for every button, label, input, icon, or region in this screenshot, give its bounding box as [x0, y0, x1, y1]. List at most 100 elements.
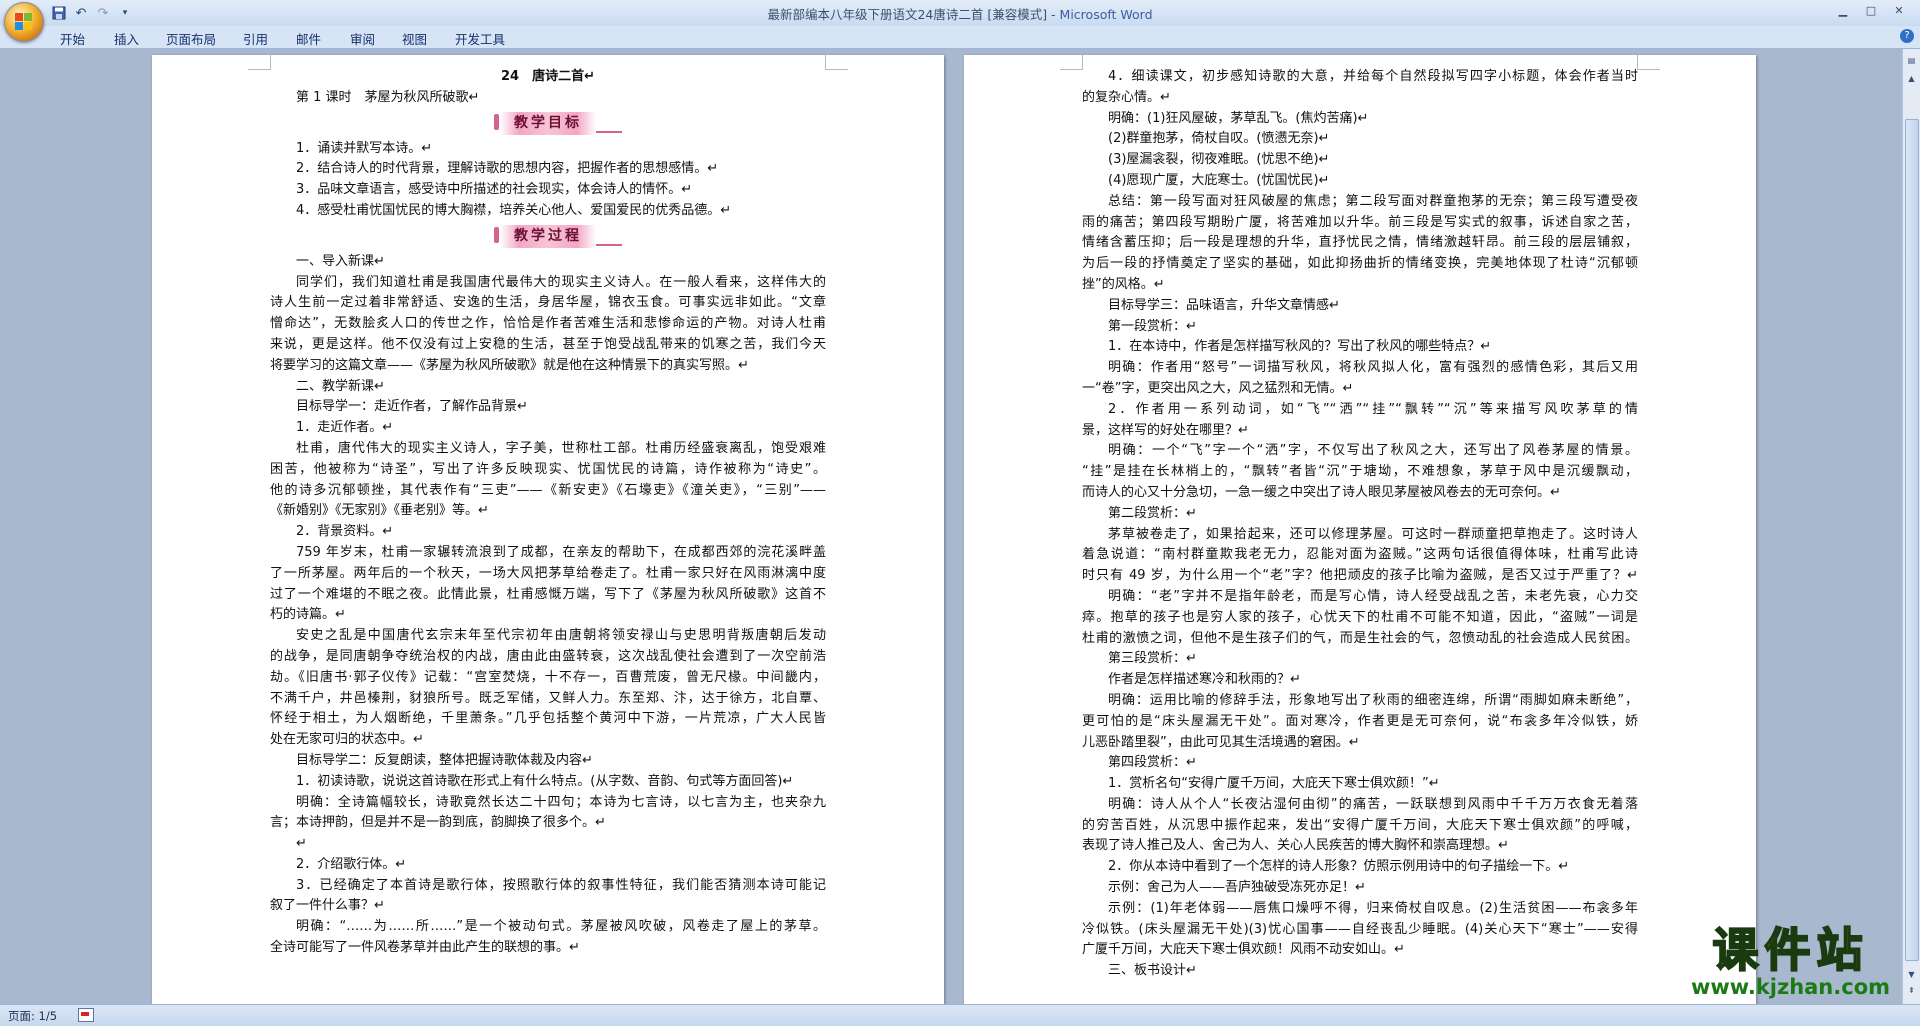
text-line: 的穷苦百姓，从沉思中振作起来，发出“安得广厦千万间，大庇天下寒士俱欢颜”的呼喊，	[1082, 817, 1638, 833]
scrollbar-thumb[interactable]	[1905, 119, 1919, 961]
text-line: 茅草被卷走了，如果拾起来，还可以修理茅屋。可这时一群顽童把草抱走了。这时诗人	[1108, 526, 1638, 542]
text-line: 时只有 49 岁，为什么用一个“老”字？他把顽皮的孩子比喻为盗贼，是否又过于严重…	[1082, 568, 1638, 584]
text-line: 目标导学一：走近作者，了解作品背景↵	[296, 399, 528, 415]
text-line: (4)愿现广厦，大庇寒士。(忧国忧民)↵	[1108, 172, 1330, 188]
tab-review[interactable]: 审阅	[350, 29, 375, 48]
text-line: 明确：诗人从个人“长夜沾湿何由彻”的痛苦，一跃联想到风雨中千千万万衣食无着落	[1108, 796, 1638, 812]
vertical-scrollbar[interactable]: ▤ ▲ ▼ ⇞	[1902, 49, 1920, 1004]
maximize-icon[interactable]: □	[1858, 1, 1884, 19]
section-banner: 教学目标	[270, 109, 826, 139]
text-line: 明确：作者用“怒号”一词描写秋风，将秋风拟人化，富有强烈的感情色彩，其后又用	[1108, 360, 1638, 376]
office-button[interactable]	[4, 2, 44, 42]
text-line: 1．初读诗歌，说说这首诗歌在形式上有什么特点。(从字数、音韵、句式等方面回答)↵	[296, 773, 794, 789]
text-line: 挫”的风格。↵	[1082, 276, 1165, 292]
margin-corner-mark	[1060, 55, 1083, 70]
watermark-logo-text: 课件站	[1711, 923, 1869, 977]
text-line: 将要学习的这篇文章——《茅屋为秋风所破歌》就是他在这种情景下的真实写照。↵	[270, 357, 749, 373]
minimize-icon[interactable]: ▁	[1830, 1, 1856, 19]
page-indicator[interactable]: 页面: 1/5	[8, 1008, 57, 1024]
document-page-2[interactable]: 4．细读课文，初步感知诗歌的大意，并给每个自然段拟写四字小标题，体会作者当时的复…	[964, 55, 1756, 1004]
text-line: 2．作者用一系列动词，如“飞”“洒”“挂”“飘转”“沉”等来描写风吹茅草的情	[1108, 401, 1638, 417]
window-title: 最新部编本八年级下册语文24唐诗二首 [兼容模式] - Microsoft Wo…	[0, 4, 1920, 23]
window-controls: ▁ □ ✕	[1830, 1, 1912, 19]
text-line: 1．赏析名句“安得广厦千万间，大庇天下寒士俱欢颜！”↵	[1108, 776, 1440, 792]
text-line: 2．介绍歌行体。↵	[296, 856, 407, 872]
text-line: 明确：运用比喻的修辞手法，形象地写出了秋雨的细密连绵，所谓“雨脚如麻未断绝”，	[1108, 692, 1638, 708]
text-line: 明确：“……为……所……”是一个被动句式。茅屋被风吹破，风卷走了屋上的茅草。	[296, 919, 826, 935]
text-line: 儿恶卧踏里裂”，由此可见其生活境遇的窘困。↵	[1082, 734, 1360, 750]
text-line: 表现了诗人推己及人、舍己为人、关心人民疾苦的博大胸怀和崇高理想。↵	[1082, 838, 1509, 854]
close-icon[interactable]: ✕	[1886, 1, 1912, 19]
page-1-text[interactable]: 24 唐诗二首↵ 第 1 课时 茅屋为秋风所破歌↵ 教学目标 1．诵读并默写本诗。↵ 2…	[270, 67, 826, 959]
status-bar: 页面: 1/5	[0, 1004, 1920, 1026]
document-workspace: 24 唐诗二首↵ 第 1 课时 茅屋为秋风所破歌↵ 教学目标 1．诵读并默写本诗。↵ 2…	[0, 49, 1910, 1004]
proofing-status-icon[interactable]	[78, 1008, 94, 1022]
tab-developer[interactable]: 开发工具	[455, 29, 505, 48]
ruler-toggle-icon[interactable]: ▤	[1904, 53, 1919, 68]
text-line: 劫。《旧唐书·郭子仪传》记载：“宫室焚烧，十不存一，百曹荒废，曾无尺椽。中间畿内…	[270, 669, 826, 685]
text-line: 2．背景资料。↵	[296, 524, 394, 540]
text-line: ↵	[296, 836, 307, 852]
text-line: 24 唐诗二首↵	[501, 69, 595, 84]
document-page-1[interactable]: 24 唐诗二首↵ 第 1 课时 茅屋为秋风所破歌↵ 教学目标 1．诵读并默写本诗。↵ 2…	[152, 55, 944, 1004]
text-line: 明确：(1)狂风屋破，茅草乱飞。(焦灼苦痛)↵	[1108, 110, 1369, 126]
text-line: 4．感受杜甫忧国忧民的博大胸襟，培养关心他人、爱国爱民的优秀品德。↵	[296, 202, 732, 218]
text-line: 来说，更是这样。他不仅没有过上安稳的生活，甚至于饱受战乱带来的饥寒之苦，我们今天	[270, 336, 826, 352]
text-line: 第二段赏析：↵	[1108, 505, 1197, 521]
text-line: 过了一个难堪的不眠之夜。此情此景，杜甫感慨万端，写下了《茅屋为秋风所破歌》这首不	[270, 586, 826, 602]
text-line: 第一段赏析：↵	[1108, 318, 1197, 334]
text-line: 示例：舍己为人——吾庐独破受冻死亦足！↵	[1108, 880, 1366, 896]
text-line: 更可怕的是“床头屋漏无干处”。面对寒冷，作者更是无可奈何，说“布衾多年冷似铁，娇	[1082, 713, 1638, 729]
text-line: 杜甫，唐代伟大的现实主义诗人，字子美，世称杜工部。杜甫历经盛衰离乱，饱受艰难	[296, 440, 826, 456]
text-line: (3)屋漏衾裂，彻夜难眠。(忧思不绝)↵	[1108, 152, 1330, 168]
text-line: 示例：(1)年老体弱——唇焦口燥呼不得，归来倚杖自叹息。(2)生活贫困——布衾多…	[1108, 900, 1638, 916]
text-line: 759 年岁末，杜甫一家辗转流浪到了成都，在亲友的帮助下，在成都西郊的浣花溪畔盖	[296, 544, 826, 560]
tab-mailings[interactable]: 邮件	[296, 29, 321, 48]
text-line: 了一所茅屋。两年后的一个秋天，一场大风把茅草给卷走了。杜甫一家只好在风雨淋漓中度	[270, 565, 826, 581]
text-line: 广厦千万间，大庇天下寒士俱欢颜！风雨不动安如山。↵	[1082, 942, 1405, 958]
text-line: 着急说道：“南村群童欺我老无力，忍能对面为盗贼。”这两句话很值得体味，杜甫写此诗	[1082, 547, 1638, 563]
text-line: 一、导入新课↵	[296, 253, 385, 269]
text-line: 景，这样写的好处在哪里？↵	[1082, 422, 1249, 438]
margin-corner-mark	[1637, 55, 1660, 70]
text-line: 处在无家可归的状态中。↵	[270, 732, 424, 748]
text-line: 全诗可能写了一件风卷茅草并由此产生的联想的事。↵	[270, 940, 580, 956]
text-line: 作者是怎样描述寒冷和秋雨的？↵	[1108, 672, 1301, 688]
tab-insert[interactable]: 插入	[114, 29, 139, 48]
text-line: 而诗人的心又十分急切，一急一缓之中突出了诗人眼见茅屋被风卷去的无可奈何。↵	[1082, 484, 1561, 500]
text-line: 一“卷”字，更突出风之大，风之猛烈和无情。↵	[1082, 380, 1354, 396]
tab-view[interactable]: 视图	[402, 29, 427, 48]
text-line: 的复杂心情。↵	[1082, 89, 1171, 105]
page-2-text[interactable]: 4．细读课文，初步感知诗歌的大意，并给每个自然段拟写四字小标题，体会作者当时的复…	[1082, 67, 1638, 982]
office-logo-icon	[15, 13, 33, 31]
margin-corner-mark	[825, 55, 848, 70]
title-bar: ↶ ↷ ▾ 最新部编本八年级下册语文24唐诗二首 [兼容模式] - Micros…	[0, 0, 1920, 26]
scroll-down-icon[interactable]: ▼	[1904, 967, 1919, 982]
tab-references[interactable]: 引用	[243, 29, 268, 48]
scroll-up-icon[interactable]: ▲	[1904, 71, 1919, 86]
document-title: 最新部编本八年级下册语文24唐诗二首 [兼容模式] -	[767, 7, 1060, 22]
text-line: 2．结合诗人的时代背景，理解诗歌的思想内容，把握作者的思想感情。↵	[296, 161, 719, 177]
text-line: 目标导学二：反复朗读，整体把握诗歌体裁及内容↵	[296, 752, 593, 768]
text-line: 诗人生前一定过着非常舒适、安逸的生活，身居华屋，锦衣玉食。可事实远非如此。“文章	[270, 295, 826, 311]
text-line: 情绪含蓄压抑；后一段是理想的升华，直抒忧民之情，情绪激越轩昂。前三段的层层铺叙，	[1082, 235, 1638, 251]
help-icon[interactable]: ?	[1900, 29, 1914, 43]
section-banner: 教学过程	[270, 222, 826, 252]
text-line: 第四段赏析：↵	[1108, 755, 1197, 771]
text-line: 明确：全诗篇幅较长，诗歌竟然长达二十四句；本诗为七言诗，以七言为主，也夹杂九	[296, 794, 826, 810]
tab-page-layout[interactable]: 页面布局	[166, 29, 216, 48]
text-line: 瘁。抱草的孩子也是穷人家的孩子，心忧天下的杜甫不可能不知道，因此，“盗贼”一词是	[1082, 609, 1638, 625]
previous-page-icon[interactable]: ⇞	[1904, 983, 1919, 998]
text-line: 1．在本诗中，作者是怎样描写秋风的？写出了秋风的哪些特点？↵	[1108, 339, 1492, 355]
text-line: 《新婚别》《无家别》《垂老别》等。↵	[270, 503, 489, 519]
ribbon-tabs: 开始 插入 页面布局 引用 邮件 审阅 视图 开发工具 ?	[0, 26, 1920, 49]
text-line: 明确：一个“飞”字一个“洒”字，不仅写出了秋风之大，还写出了风卷茅屋的情景。	[1108, 443, 1638, 459]
text-line: 2．你从本诗中看到了一个怎样的诗人形象？仿照示例用诗中的句子描绘一下。↵	[1108, 859, 1570, 875]
tab-home[interactable]: 开始	[60, 29, 85, 48]
text-line: 困苦，他被称为“诗圣”，写出了许多反映现实、忧国忧民的诗篇，诗作被称为“诗史”。	[270, 461, 826, 477]
text-line: 4．细读课文，初步感知诗歌的大意，并给每个自然段拟写四字小标题，体会作者当时	[1108, 69, 1638, 84]
text-line: 冷似铁。(床头屋漏无干处)(3)忧心国事——自经丧乱少睡眠。(4)关心天下“寒士…	[1082, 921, 1638, 937]
text-line: 怀经于相土，为人烟断绝，千里萧条。”几乎包括整个黄河中下游，一片荒凉，广大人民皆	[270, 711, 826, 727]
text-line: (2)群童抱茅，倚杖自叹。(愤懑无奈)↵	[1108, 131, 1330, 147]
text-line: 第三段赏析：↵	[1108, 651, 1197, 667]
